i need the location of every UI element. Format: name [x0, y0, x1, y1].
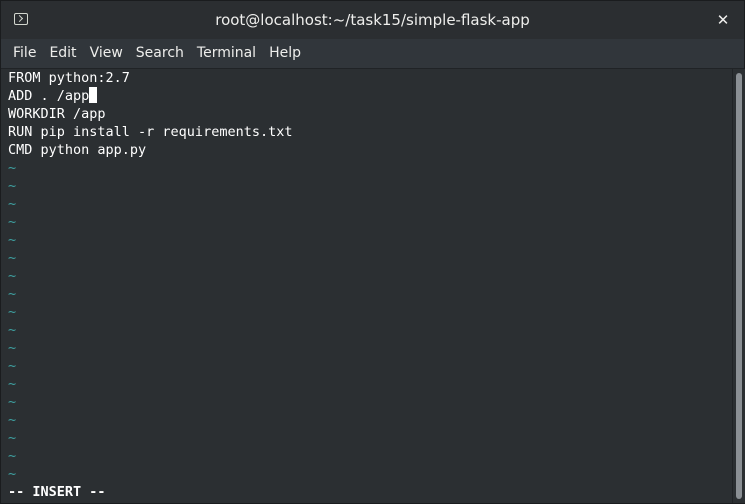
empty-line-marker: ~: [8, 178, 17, 194]
text-cursor: [89, 87, 98, 103]
empty-line-marker: ~: [8, 268, 17, 284]
empty-line-marker: ~: [8, 160, 17, 176]
terminal-content[interactable]: FROM python:2.7 ADD . /app WORKDIR /app …: [1, 69, 732, 503]
empty-line-marker: ~: [8, 286, 17, 302]
empty-line-marker: ~: [8, 322, 17, 338]
menu-search[interactable]: Search: [130, 39, 190, 68]
empty-line-marker: ~: [8, 394, 17, 410]
code-line: FROM python:2.7: [8, 70, 130, 86]
empty-line-marker: ~: [8, 340, 17, 356]
code-line: CMD python app.py: [8, 142, 147, 158]
close-button[interactable]: ✕: [712, 9, 734, 31]
code-line-text: ADD . /app: [8, 88, 90, 104]
empty-line-marker: ~: [8, 304, 17, 320]
menu-edit[interactable]: Edit: [43, 39, 82, 68]
menu-view[interactable]: View: [84, 39, 129, 68]
scrollbar-thumb[interactable]: [736, 73, 742, 499]
code-line: RUN pip install -r requirements.txt: [8, 124, 293, 140]
empty-line-marker: ~: [8, 376, 17, 392]
menu-terminal[interactable]: Terminal: [191, 39, 262, 68]
empty-line-marker: ~: [8, 358, 17, 374]
vim-mode-status: -- INSERT --: [8, 484, 106, 500]
terminal-window: root@localhost:~/task15/simple-flask-app…: [0, 0, 745, 504]
title-bar: root@localhost:~/task15/simple-flask-app…: [1, 1, 744, 39]
empty-line-marker: ~: [8, 214, 17, 230]
scrollbar[interactable]: [732, 69, 745, 503]
empty-line-marker: ~: [8, 466, 17, 482]
window-title: root@localhost:~/task15/simple-flask-app: [215, 11, 530, 29]
code-line: WORKDIR /app: [8, 106, 106, 122]
empty-line-marker: ~: [8, 196, 17, 212]
code-line-with-cursor: ADD . /app: [8, 87, 98, 105]
empty-line-marker: ~: [8, 412, 17, 428]
empty-line-marker: ~: [8, 250, 17, 266]
terminal-icon: [14, 13, 28, 25]
empty-line-marker: ~: [8, 232, 17, 248]
menu-file[interactable]: File: [7, 39, 42, 68]
empty-line-marker: ~: [8, 448, 17, 464]
menu-help[interactable]: Help: [263, 39, 307, 68]
empty-line-marker: ~: [8, 430, 17, 446]
menu-bar: File Edit View Search Terminal Help: [1, 39, 744, 69]
